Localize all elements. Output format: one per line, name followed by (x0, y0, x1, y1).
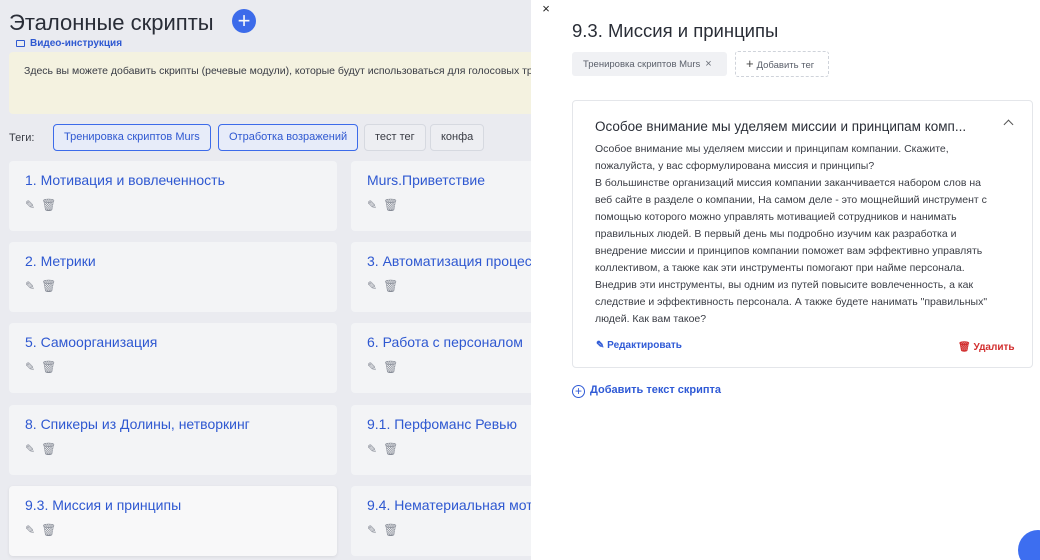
script-line: внедрение миссии и принципов компании по… (595, 245, 983, 257)
add-script-text-label: Добавить текст скрипта (590, 384, 722, 396)
remove-tag-icon[interactable]: × (705, 58, 711, 70)
script-line: веб сайте в разделе о компании, На самом… (595, 194, 987, 206)
script-line: В большинстве организаций миссия компани… (595, 177, 981, 189)
pencil-icon[interactable]: ✎ (25, 279, 35, 293)
trash-icon[interactable]: 🗑 (383, 279, 398, 293)
trash-icon[interactable]: 🗑 (383, 360, 398, 374)
drawer-title: 9.3. Миссия и принципы (572, 20, 779, 41)
script-card-title[interactable]: 6. Работа с персоналом (367, 334, 523, 350)
script-card[interactable]: 9.4. Нематериальная моти ✎ 🗑 (351, 486, 531, 556)
pencil-icon[interactable]: ✎ (25, 523, 35, 537)
script-card[interactable]: 8. Спикеры из Долины, нетворкинг ✎ 🗑 (9, 405, 337, 475)
script-card-title[interactable]: 3. Автоматизация процес (367, 253, 531, 269)
edit-label: Редактировать (607, 340, 682, 351)
drawer-tag-chip: Тренировка скриптов Murs × (572, 52, 727, 76)
tag-filter-murs[interactable]: Тренировка скриптов Murs (53, 124, 211, 151)
tag-filter-konfa[interactable]: конфа (430, 124, 485, 151)
pencil-icon[interactable]: ✎ (367, 523, 377, 537)
script-card-title[interactable]: 9.4. Нематериальная моти (367, 497, 531, 513)
script-line: Внедрив эти инструменты, вы одним из пут… (595, 279, 974, 291)
tag-filter-objections[interactable]: Отработка возражений (218, 124, 359, 151)
trash-icon[interactable]: 🗑 (41, 442, 56, 456)
script-card-title[interactable]: 9.1. Перфоманс Ревью (367, 416, 517, 432)
pencil-icon[interactable]: ✎ (367, 198, 377, 212)
script-card-selected[interactable]: 9.3. Миссия и принципы ✎ 🗑 (9, 486, 337, 556)
scripts-page: Эталонные скрипты + Здесь вы можете доба… (0, 0, 531, 560)
close-drawer-button[interactable]: × (535, 0, 557, 20)
trash-icon[interactable]: 🗑 (41, 279, 56, 293)
script-line: людей. Как вам такое? (595, 313, 707, 325)
pencil-icon[interactable]: ✎ (367, 279, 377, 293)
pencil-icon: ✎ (596, 340, 608, 351)
trash-icon[interactable]: 🗑 (41, 360, 56, 374)
pencil-icon[interactable]: ✎ (367, 360, 377, 374)
tag-filter-test[interactable]: тест тег (364, 124, 426, 151)
trash-icon[interactable]: 🗑 (41, 523, 56, 537)
trash-icon[interactable]: 🗑 (41, 198, 56, 212)
script-line: помощью которого можно управлять мотивац… (595, 211, 957, 223)
plus-circle-icon: + (572, 385, 585, 398)
pencil-icon[interactable]: ✎ (367, 442, 377, 456)
video-icon (16, 40, 25, 47)
script-line: коллективом, а также как эти инструменты… (595, 262, 965, 274)
add-script-button[interactable]: + (232, 9, 256, 33)
trash-icon[interactable]: 🗑 (383, 198, 398, 212)
edit-script-button[interactable]: ✎ Редактировать (596, 340, 682, 351)
delete-script-button[interactable]: 🗑 Удалить (958, 342, 1015, 353)
info-banner: Здесь вы можете добавить скрипты (речевы… (9, 52, 531, 114)
add-tag-button[interactable]: + Добавить тег (735, 51, 829, 77)
script-card[interactable]: 9.1. Перфоманс Ревью ✎ 🗑 (351, 405, 531, 475)
script-drawer: 9.3. Миссия и принципы Тренировка скрипт… (531, 0, 1040, 560)
close-icon: × (542, 1, 550, 16)
script-line: правильных людей. В первый день мы подро… (595, 228, 957, 240)
plus-icon: + (237, 8, 251, 33)
info-text: Здесь вы можете добавить скрипты (речевы… (24, 65, 531, 77)
page-title: Эталонные скрипты (9, 10, 214, 35)
pencil-icon[interactable]: ✎ (25, 442, 35, 456)
tags-label: Теги: (9, 132, 35, 144)
delete-label: Удалить (973, 342, 1015, 353)
script-card[interactable]: 5. Самоорганизация ✎ 🗑 (9, 323, 337, 393)
script-card[interactable]: 2. Метрики ✎ 🗑 (9, 242, 337, 312)
script-card[interactable]: 3. Автоматизация процес ✎ 🗑 (351, 242, 531, 312)
script-card[interactable]: Murs.Приветствие ✎ 🗑 (351, 161, 531, 231)
script-card-title[interactable]: 1. Мотивация и вовлеченность (25, 172, 225, 188)
drawer-tag-label: Тренировка скриптов Murs (583, 59, 701, 70)
script-heading[interactable]: Особое внимание мы уделяем миссии и прин… (595, 119, 995, 134)
add-tag-label: Добавить тег (756, 60, 815, 71)
script-line: Особое внимание мы уделяем миссии и прин… (595, 143, 949, 155)
trash-icon[interactable]: 🗑 (383, 442, 398, 456)
script-card[interactable]: 6. Работа с персоналом ✎ 🗑 (351, 323, 531, 393)
trash-icon: 🗑 (958, 342, 974, 353)
script-line: следствие и эффективность персонала. А т… (595, 296, 988, 308)
script-text-block: Особое внимание мы уделяем миссии и прин… (572, 100, 1033, 368)
video-link-label: Видео-инструкция (30, 38, 123, 49)
script-card-title[interactable]: 2. Метрики (25, 253, 96, 269)
video-instruction-link[interactable]: Видео-инструкция (16, 38, 122, 49)
script-card[interactable]: 1. Мотивация и вовлеченность ✎ 🗑 (9, 161, 337, 231)
add-script-text-button[interactable]: + Добавить текст скрипта (572, 384, 721, 398)
plus-icon: + (746, 56, 754, 71)
pencil-icon[interactable]: ✎ (25, 360, 35, 374)
script-card-title[interactable]: 9.3. Миссия и принципы (25, 497, 181, 513)
script-card-title[interactable]: 8. Спикеры из Долины, нетворкинг (25, 416, 250, 432)
script-body: Особое внимание мы уделяем миссии и прин… (595, 141, 1017, 328)
script-card-title[interactable]: 5. Самоорганизация (25, 334, 157, 350)
script-card-title[interactable]: Murs.Приветствие (367, 172, 485, 188)
script-line: пожалуйста, у вас сформулирована миссия … (595, 160, 875, 172)
pencil-icon[interactable]: ✎ (25, 198, 35, 212)
chevron-up-icon[interactable] (1003, 119, 1014, 130)
trash-icon[interactable]: 🗑 (383, 523, 398, 537)
